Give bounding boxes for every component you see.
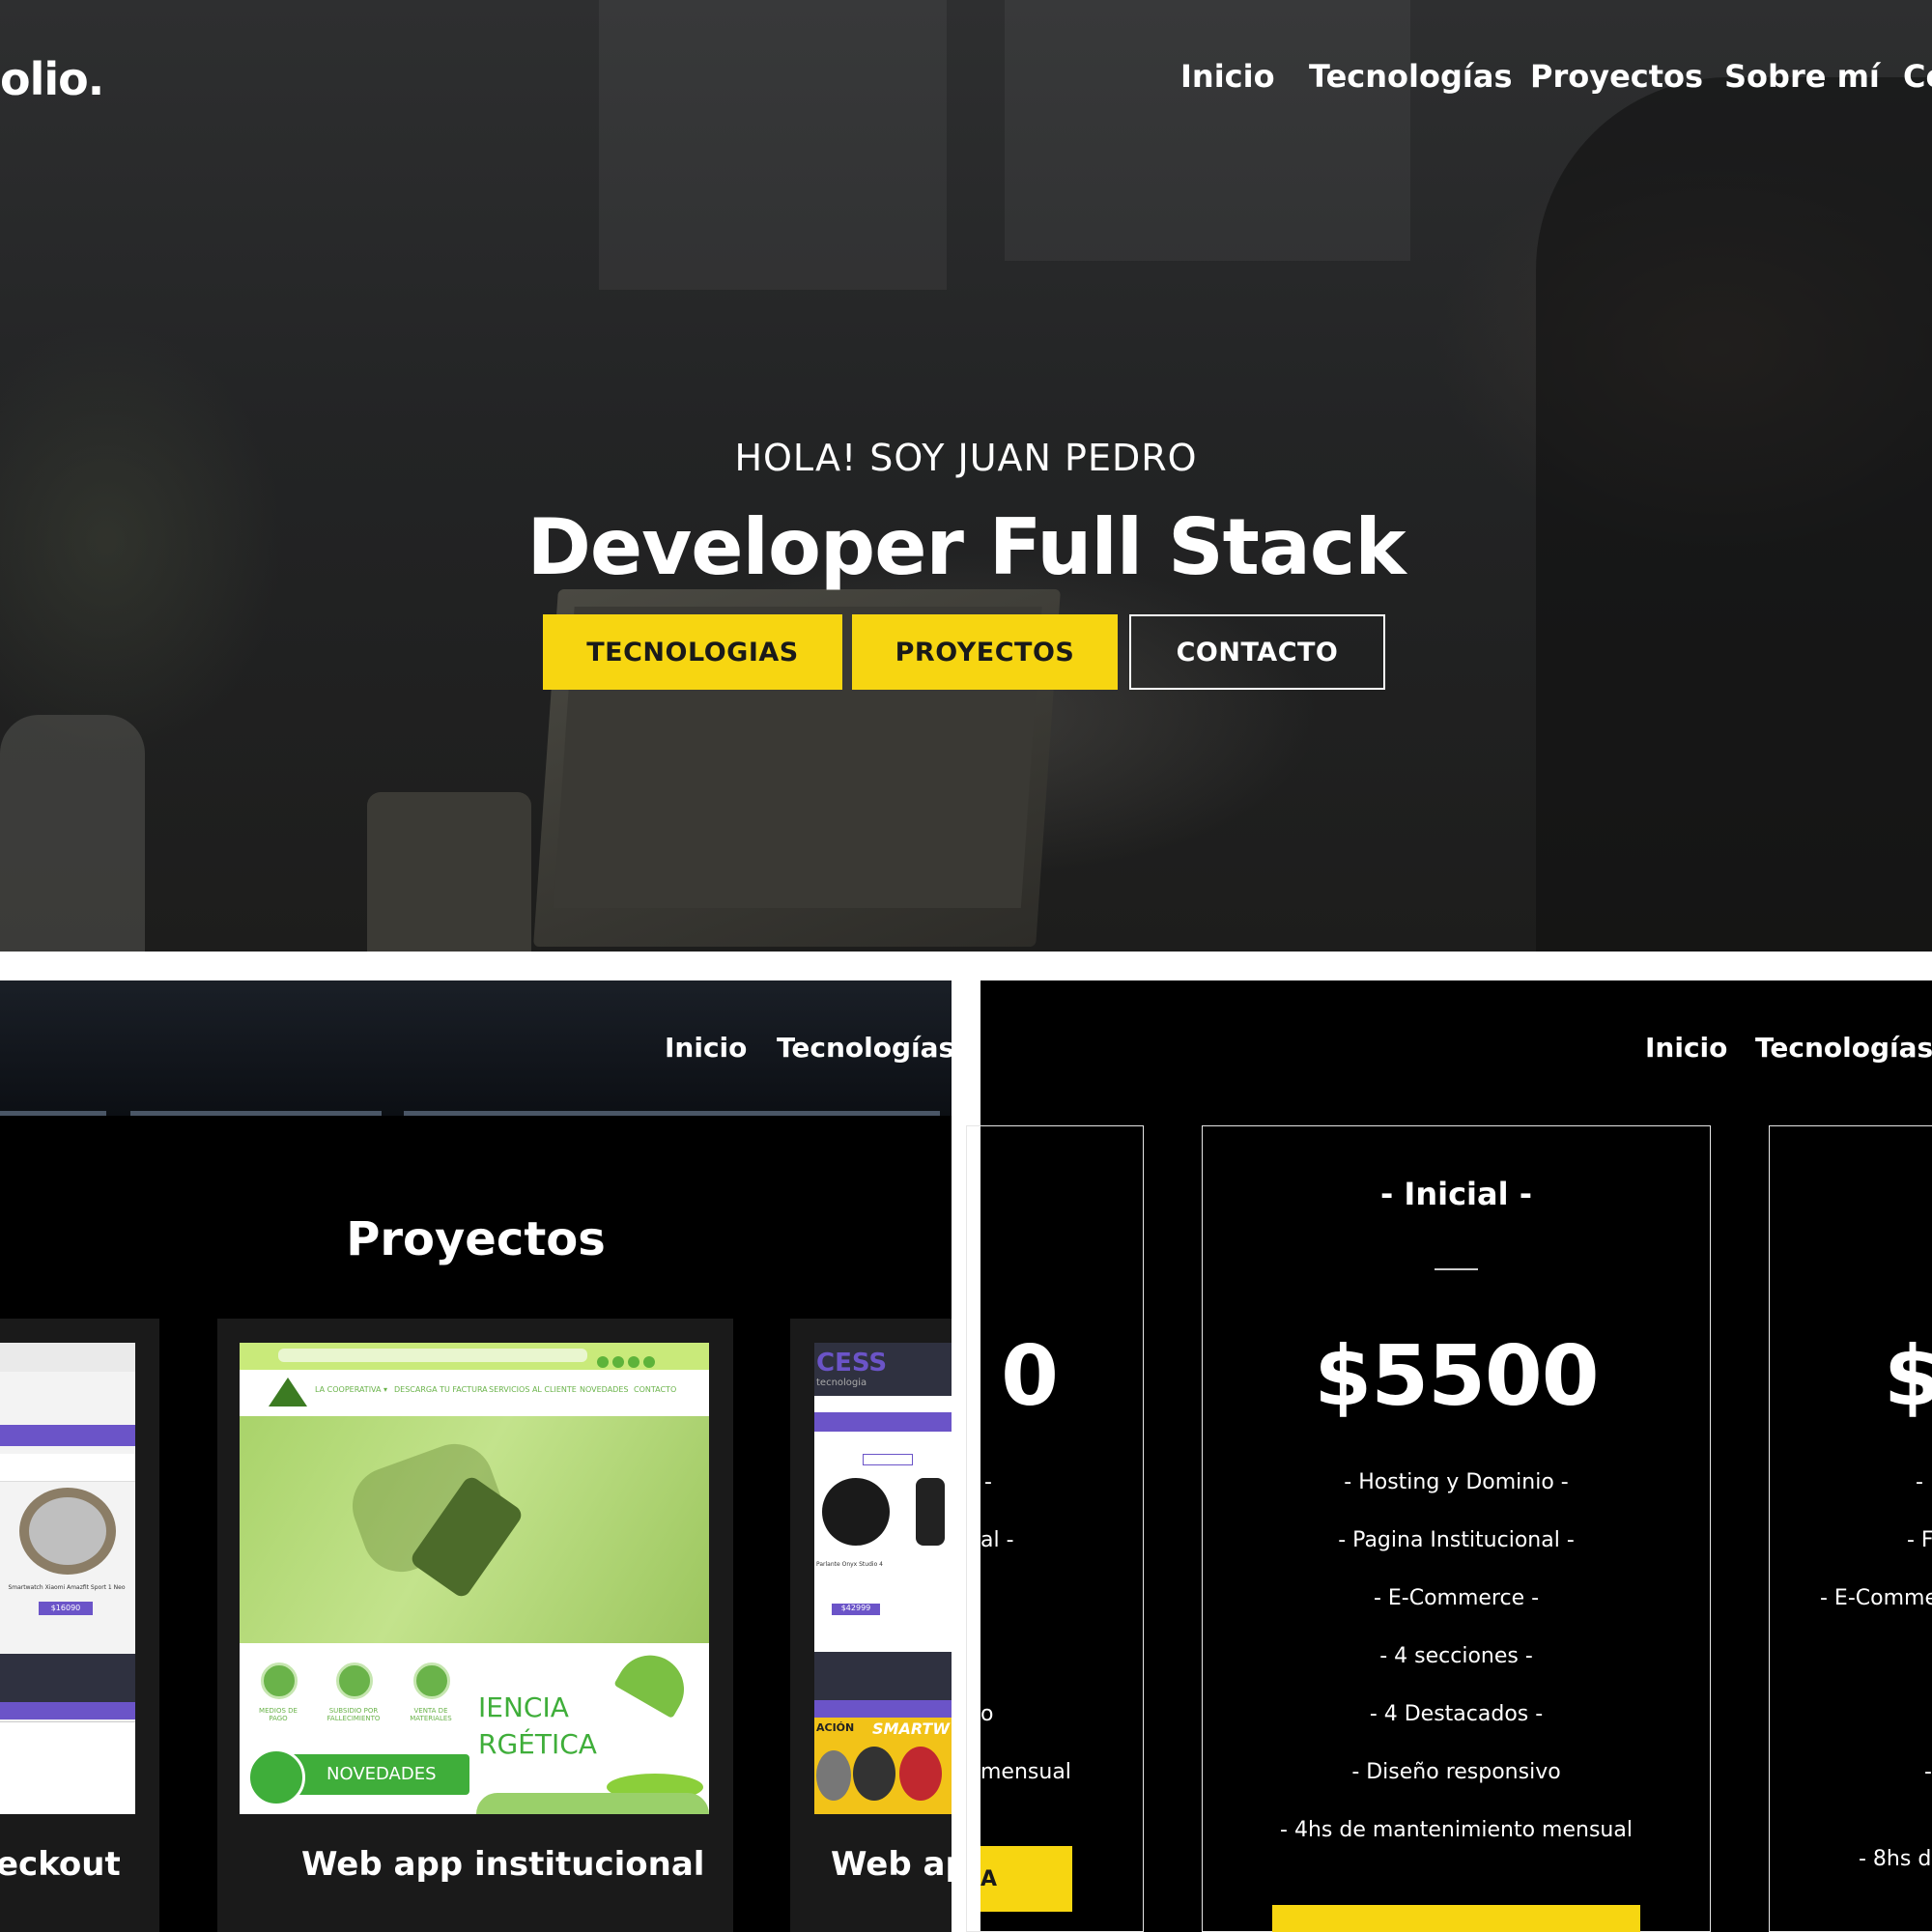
social-icon [628,1356,639,1368]
promo-banner: ACIÓN SMARTW [814,1718,952,1814]
nav-sobre-mi[interactable]: Sobre mí [1724,58,1880,95]
hero-title: Developer Full Stack [526,502,1406,592]
hero-section: olio. Inicio Tecnologías Proyectos Sobre… [0,0,1932,952]
plan-feature: - Pagina Institucional - [1338,1528,1575,1552]
product-name: Smartwatch Xiaomi Amazfit Sport 1 Neo [8,1584,126,1591]
project-screenshot: LA COOPERATIVA ▾ DESCARGA TU FACTURA SER… [240,1343,709,1814]
subsidy-icon [336,1662,373,1699]
lamp-icon [613,1642,696,1719]
novedades-label: NOVEDADES [327,1764,437,1784]
title-underline [1435,1268,1478,1270]
plan-feature: o [980,1702,994,1726]
plan-feature: - Diseño responsivo [1351,1760,1561,1784]
social-icon [612,1356,624,1368]
plan-feature: - [984,1470,992,1494]
energy-text: RGÉTICA [478,1728,597,1760]
coop-logo [269,1378,307,1406]
proyectos-button[interactable]: PROYECTOS [852,614,1118,690]
plan-button-label: A [980,1866,998,1891]
project-name: Web ap [831,1845,969,1884]
window-background [599,0,947,290]
plan-price: $5500 [1314,1328,1599,1425]
site-logo[interactable]: olio. [0,53,104,105]
icon-label: SUBSIDIO POR FALLECIMIENTO [327,1707,381,1722]
watch-image [816,1750,851,1801]
category-select [863,1454,913,1465]
menu-item: DESCARGA TU FACTURA [394,1385,488,1394]
payment-icon [261,1662,298,1699]
brand-sub: tecnologia [816,1378,867,1388]
plan-price: $ [1884,1328,1932,1425]
plan-feature: - 4hs de mantenimiento mensual [1280,1818,1633,1842]
divider [0,952,1932,980]
project-screenshot: Smartwatch Xiaomi Amazfit Sport 1 Neo $1… [0,1343,135,1814]
watch-image [853,1747,895,1801]
social-icon [597,1356,609,1368]
nav-tecnologias[interactable]: Tecnologías [1755,1032,1932,1064]
project-name: eckout [0,1845,121,1884]
plan-feature: - 4 Destacados - [1369,1702,1544,1726]
plan-feature: - [1924,1760,1932,1784]
menu-item: NOVEDADES [580,1385,629,1394]
wave-shape [476,1793,709,1814]
tecnologias-button[interactable]: TECNOLOGIAS [543,614,842,690]
plan-button[interactable] [1272,1905,1640,1932]
nav-inicio[interactable]: Inicio [1645,1032,1727,1064]
watch-image [899,1747,942,1801]
menu-item: SERVICIOS AL CLIENTE [489,1385,577,1394]
plan-button[interactable]: A [980,1846,1072,1912]
cart-icon [413,1662,450,1699]
plan-feature: - Hosting y Dominio - [1344,1470,1569,1494]
plan-feature: - E-Comme [1820,1586,1932,1610]
novedades-banner: NOVEDADES [247,1748,469,1806]
product-image [916,1478,945,1546]
plan-title: - Inicial - [1380,1176,1532,1212]
product-price: $42999 [832,1604,880,1615]
promo-title: SMARTW [872,1719,950,1738]
plan-feature: al - [980,1528,1014,1552]
contacto-button[interactable]: CONTACTO [1129,614,1385,690]
brand-logo: CESS [816,1349,888,1378]
plant-decoration [367,792,531,952]
nav-proyectos[interactable]: Proyectos [1530,58,1703,95]
social-icon [643,1356,655,1368]
plan-feature: - 4 secciones - [1379,1644,1533,1668]
nav-inicio[interactable]: Inicio [665,1032,747,1064]
plan-feature: - [1916,1470,1923,1494]
icon-label: MEDIOS DE PAGO [259,1707,298,1722]
nav-tecnologias[interactable]: Tecnologías [1309,58,1512,95]
plan-feature: - 8hs de [1859,1847,1932,1871]
projects-heading: Proyectos [346,1212,606,1266]
menu-item: LA COOPERATIVA ▾ [315,1385,388,1394]
nav-inicio[interactable]: Inicio [1180,58,1275,95]
menu-item: CONTACTO [634,1385,677,1394]
window-background [1005,0,1410,261]
banner-image [240,1416,709,1643]
nav-contacto[interactable]: Co [1903,58,1932,95]
vase-decoration [0,715,145,952]
plan-feature: - E-Commerce - [1373,1586,1540,1610]
product-price: $16090 [39,1602,93,1615]
nav-tecnologias[interactable]: Tecnologías [777,1032,954,1064]
plan-feature: mensual [980,1760,1071,1784]
speaker-image [822,1478,890,1546]
plan-feature: - F [1907,1528,1932,1552]
promo-text: ACIÓN [816,1721,855,1734]
project-name: Web app institucional [301,1845,705,1884]
product-name: Parlante Onyx Studio 4 [816,1561,883,1568]
plan-price: 0 [1001,1328,1059,1425]
icon-label: VENTA DE MATERIALES [410,1707,452,1722]
energy-banner: IENCIA RGÉTICA [476,1642,709,1814]
project-screenshot: CESS tecnologia Parlante Onyx Studio 4 $… [814,1343,952,1814]
hero-greeting: HOLA! SOY JUAN PEDRO [734,437,1198,479]
megaphone-icon [247,1748,305,1806]
energy-text: IENCIA [478,1691,569,1723]
